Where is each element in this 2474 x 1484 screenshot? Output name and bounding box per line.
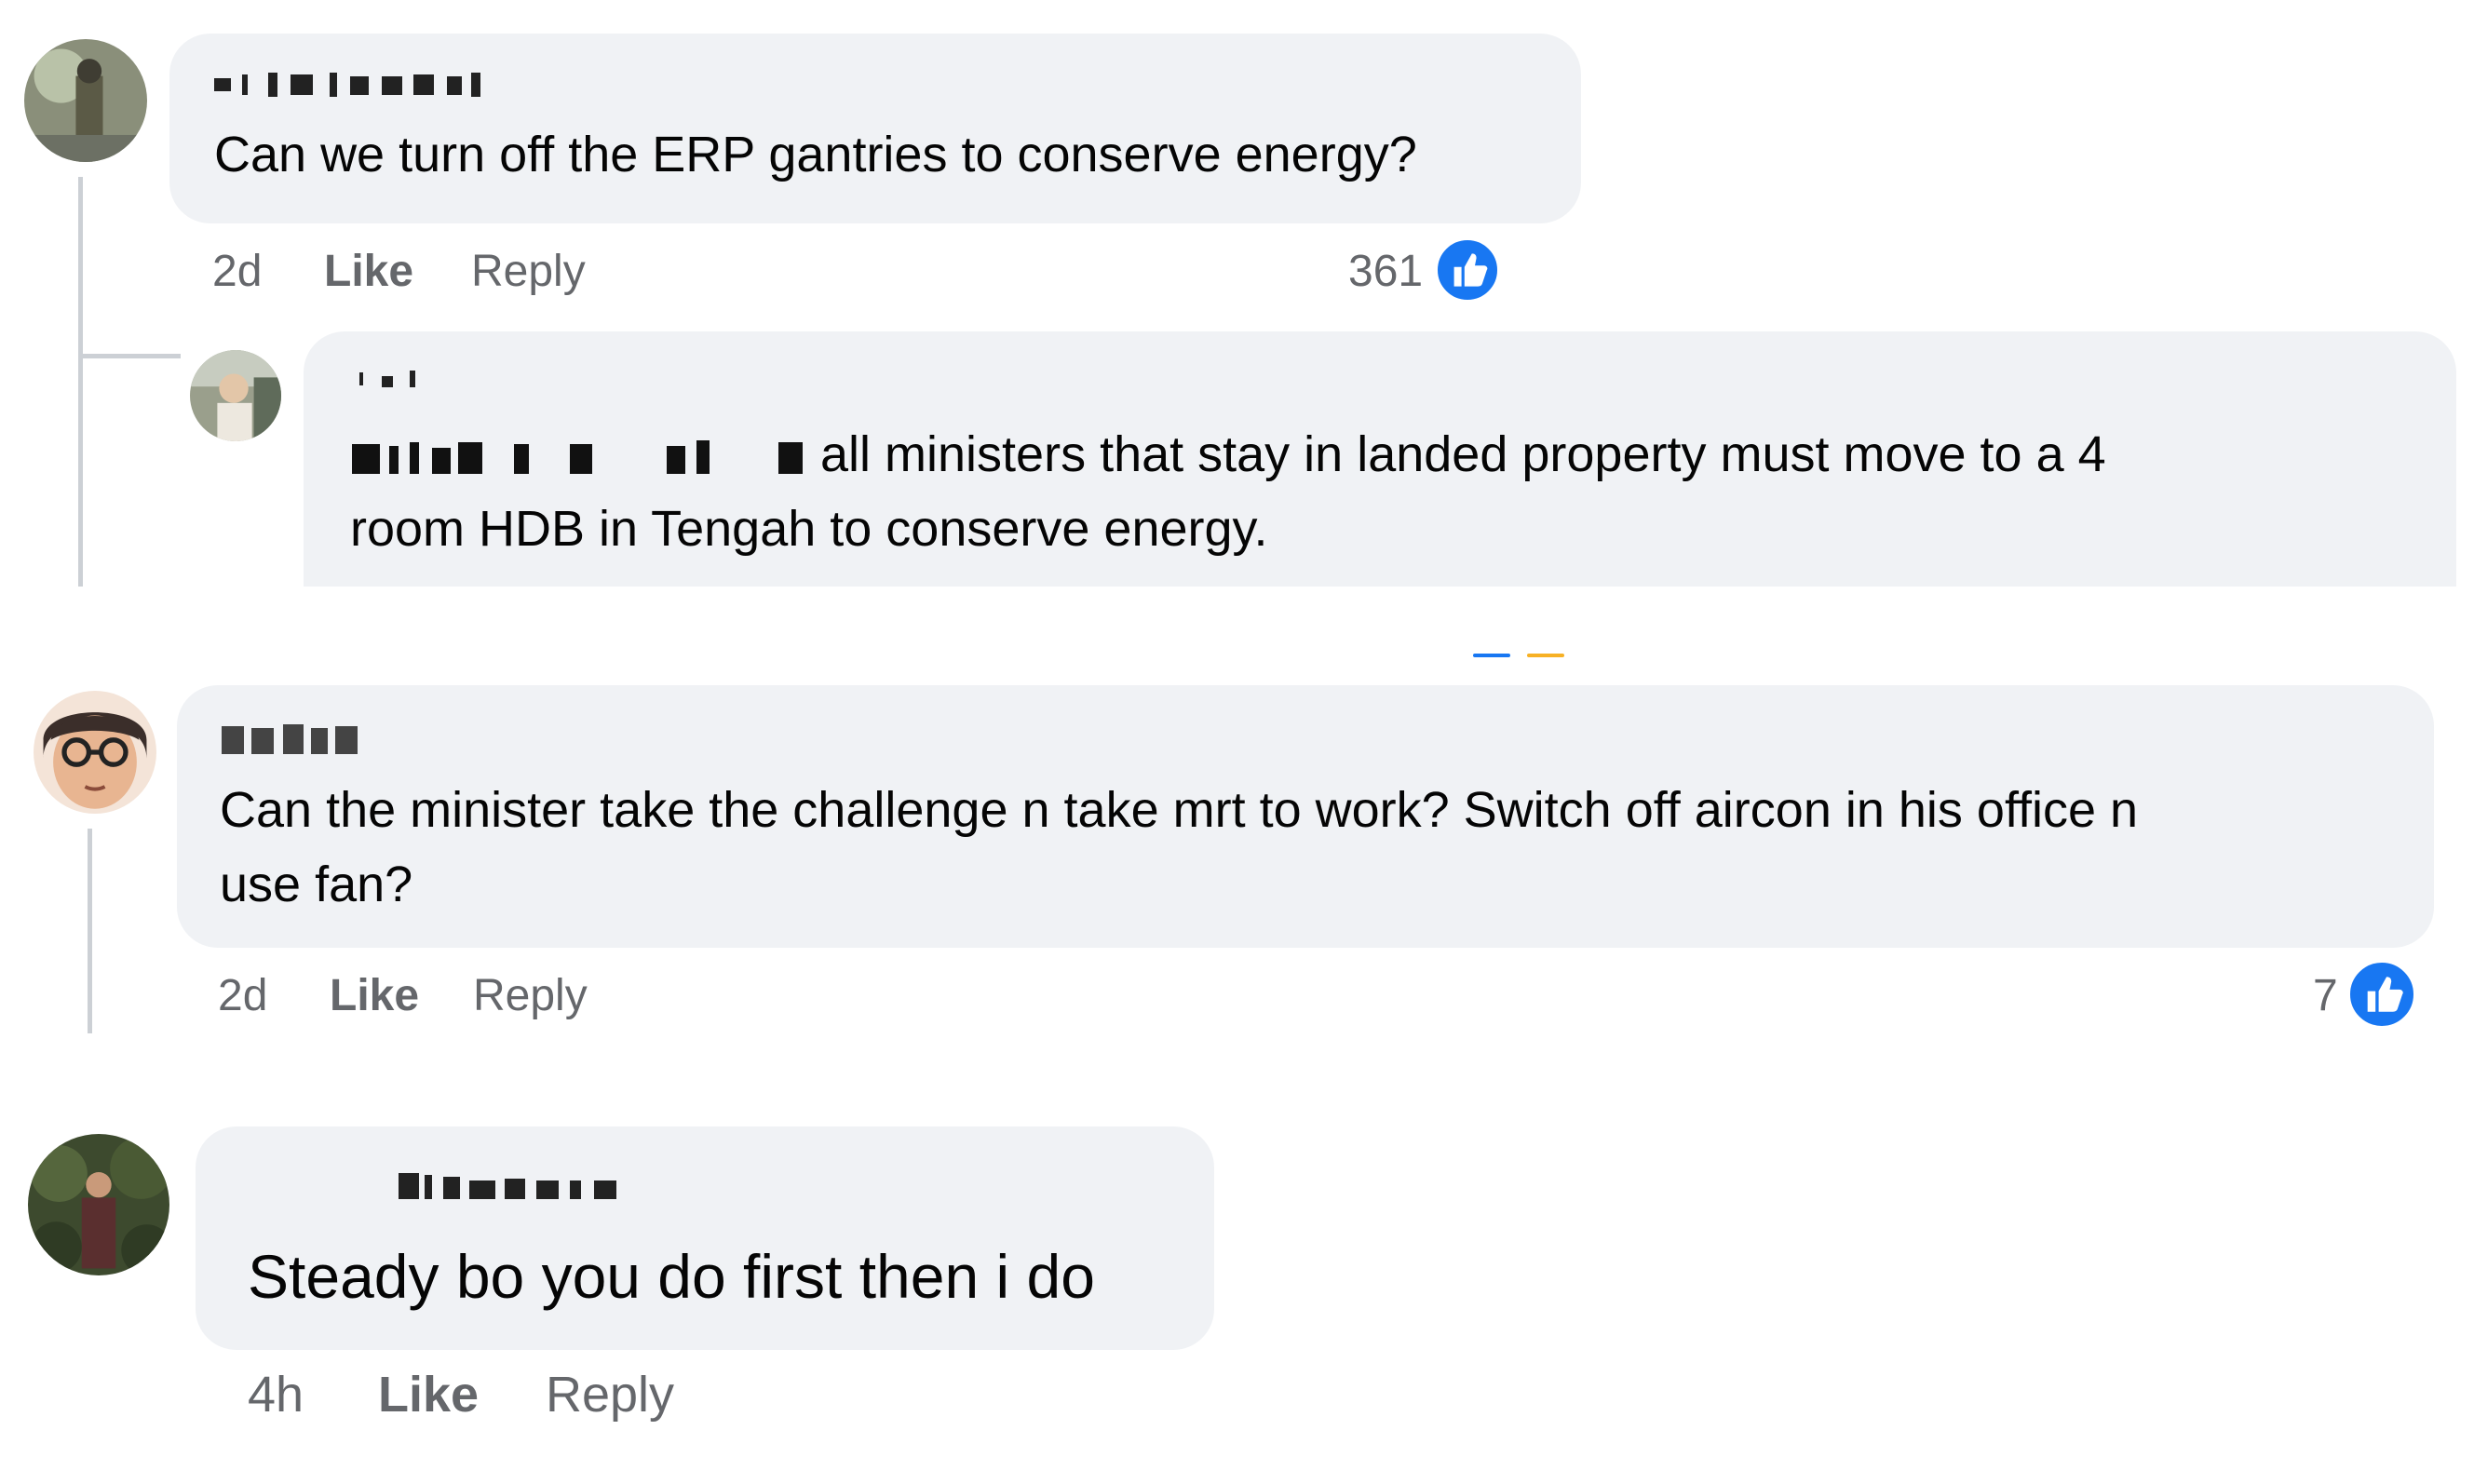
avatar[interactable]: [24, 39, 147, 162]
reaction-edge: [1527, 654, 1564, 657]
comment-text-line2: use fan?: [220, 857, 413, 912]
like-icon[interactable]: [1434, 236, 1501, 304]
comment-text: Steady bo you do first then i do: [248, 1242, 1095, 1311]
thread-line-branch: [78, 354, 181, 358]
comments-section: Can we turn off the ERP gantries to cons…: [0, 0, 2474, 1484]
like-button[interactable]: Like: [324, 244, 413, 300]
comment-time[interactable]: 2d: [212, 244, 262, 300]
author-name-redacted[interactable]: [356, 369, 505, 393]
avatar[interactable]: [28, 1134, 169, 1275]
comment-bubble: Can we turn off the ERP gantries to cons…: [169, 34, 1581, 223]
reaction-edge: [1473, 654, 1510, 657]
comment-text-line2: room HDB in Tengah to conserve energy.: [350, 501, 1268, 557]
reply-button[interactable]: Reply: [473, 968, 588, 1024]
comment-bubble: Can the minister take the challenge n ta…: [177, 685, 2434, 948]
like-button[interactable]: Like: [378, 1365, 479, 1424]
author-name-redacted[interactable]: [220, 721, 378, 758]
author-name-redacted[interactable]: [214, 69, 605, 101]
thread-line: [78, 177, 83, 587]
thread-line: [88, 829, 92, 1033]
redacted-text: [350, 437, 806, 479]
author-name-redacted[interactable]: [397, 1169, 657, 1203]
reaction-count[interactable]: 361: [1348, 244, 1423, 300]
comment-bubble: all ministers that stay in landed proper…: [304, 331, 2456, 587]
reaction-count[interactable]: 7: [2313, 968, 2338, 1024]
like-button[interactable]: Like: [330, 968, 419, 1024]
comment-time[interactable]: 2d: [218, 968, 267, 1024]
comment-text-line1: all ministers that stay in landed proper…: [820, 426, 2106, 482]
like-icon[interactable]: [2346, 959, 2417, 1030]
haha-icon[interactable]: [1495, 236, 1562, 304]
avatar[interactable]: [190, 350, 281, 441]
reply-button[interactable]: Reply: [546, 1365, 674, 1424]
comment-bubble: Steady bo you do first then i do: [196, 1126, 1214, 1350]
comment-time[interactable]: 4h: [248, 1365, 304, 1424]
reply-button[interactable]: Reply: [471, 244, 586, 300]
comment-text-line1: Can the minister take the challenge n ta…: [220, 782, 2139, 838]
comment-text: Can we turn off the ERP gantries to cons…: [214, 127, 1417, 182]
avatar[interactable]: [34, 691, 156, 814]
comment-text: all ministers that stay in landed proper…: [350, 417, 2106, 492]
